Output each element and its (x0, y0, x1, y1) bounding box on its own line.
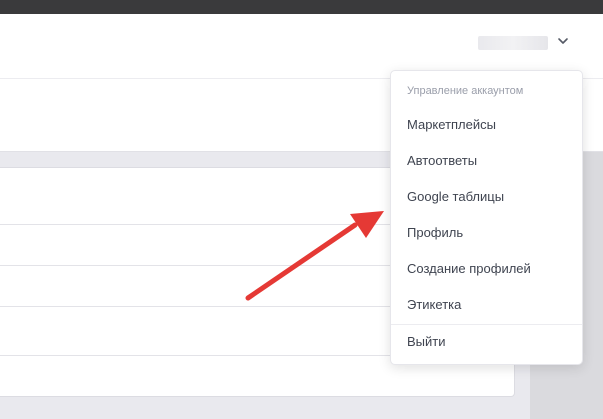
menu-item-create-profiles[interactable]: Создание профилей (391, 254, 582, 284)
menu-title: Управление аккаунтом (407, 85, 524, 97)
user-name-blurred[interactable] (478, 36, 548, 50)
chevron-down-icon[interactable] (556, 34, 570, 48)
menu-item-google-sheets[interactable]: Google таблицы (391, 182, 582, 212)
account-dropdown-menu: Управление аккаунтом Маркетплейсы Автоот… (390, 70, 583, 365)
menu-item-marketplaces[interactable]: Маркетплейсы (391, 110, 582, 140)
logout-button[interactable]: Выйти (391, 327, 582, 357)
menu-item-label[interactable]: Этикетка (391, 290, 582, 320)
window-top-bar (0, 0, 603, 14)
menu-item-autoresponses[interactable]: Автоответы (391, 146, 582, 176)
menu-divider (391, 324, 582, 325)
menu-item-profile[interactable]: Профиль (391, 218, 582, 248)
